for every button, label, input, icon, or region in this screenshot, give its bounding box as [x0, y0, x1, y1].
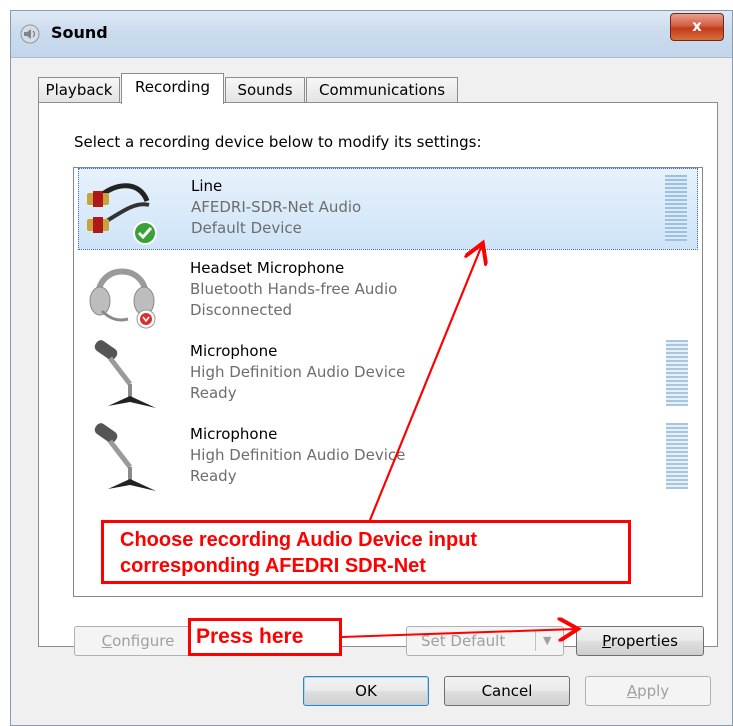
tab-recording[interactable]: Recording	[121, 73, 224, 104]
window-title: Sound	[51, 23, 108, 42]
device-item-line[interactable]: Line AFEDRI-SDR-Net Audio Default Device	[78, 168, 698, 250]
sound-dialog: Sound x Playback Recording Sounds Commun…	[10, 10, 733, 726]
dropdown-arrow-icon[interactable]: ▼	[543, 627, 551, 655]
device-status: Default Device	[191, 219, 302, 237]
device-name: Line	[191, 177, 223, 195]
title-bar[interactable]: Sound x	[11, 11, 732, 58]
device-status: Ready	[190, 467, 237, 485]
tab-communications[interactable]: Communications	[306, 77, 458, 103]
device-description: Bluetooth Hands-free Audio	[190, 280, 398, 298]
microphone-icon	[94, 340, 156, 408]
properties-mnemonic: P	[602, 632, 611, 650]
device-status: Disconnected	[190, 301, 293, 319]
device-name: Microphone	[190, 425, 278, 443]
line-in-icon	[87, 183, 157, 245]
tab-playback[interactable]: Playback	[38, 77, 120, 103]
configure-button[interactable]: Configure	[74, 626, 202, 656]
instruction-text: Select a recording device below to modif…	[74, 133, 482, 151]
disconnected-badge-icon	[136, 309, 156, 329]
annotation-callout: Choose recording Audio Device input corr…	[101, 520, 631, 584]
device-item-microphone-2[interactable]: Microphone High Definition Audio Device …	[78, 417, 698, 499]
apply-mnemonic: A	[626, 682, 638, 700]
properties-label: roperties	[610, 632, 678, 650]
annotation-line-2: corresponding AFEDRI SDR-Net	[120, 555, 426, 577]
device-name: Headset Microphone	[190, 259, 345, 277]
configure-label: onfigure	[112, 632, 175, 650]
device-description: High Definition Audio Device	[190, 363, 406, 381]
level-meter	[665, 175, 687, 241]
annotation-line-1: Choose recording Audio Device input	[120, 529, 478, 551]
check-badge-icon	[133, 221, 157, 245]
device-description: High Definition Audio Device	[190, 446, 406, 464]
microphone-icon	[94, 423, 156, 491]
close-icon: x	[692, 17, 702, 35]
split-divider	[535, 631, 536, 651]
close-button[interactable]: x	[670, 13, 724, 41]
headset-icon	[89, 268, 156, 329]
tab-sounds[interactable]: Sounds	[225, 77, 305, 103]
configure-mnemonic: C	[101, 632, 113, 650]
device-description: AFEDRI-SDR-Net Audio	[191, 198, 362, 216]
set-default-button[interactable]: Set Default ▼	[406, 626, 564, 656]
device-status: Ready	[190, 384, 237, 402]
apply-button[interactable]: Apply	[585, 676, 711, 706]
cancel-button[interactable]: Cancel	[444, 676, 570, 706]
device-name: Microphone	[190, 342, 278, 360]
level-meter	[666, 340, 688, 406]
set-default-label: Set Default	[421, 632, 506, 650]
level-meter	[666, 423, 688, 489]
properties-button[interactable]: Properties	[576, 626, 704, 656]
ok-button[interactable]: OK	[303, 676, 429, 706]
press-here-callout: Press here	[188, 618, 342, 656]
device-item-headset-microphone[interactable]: Headset Microphone Bluetooth Hands-free …	[78, 251, 698, 333]
apply-label: pply	[637, 682, 670, 700]
device-item-microphone-1[interactable]: Microphone High Definition Audio Device …	[78, 334, 698, 416]
speaker-icon	[20, 24, 40, 44]
